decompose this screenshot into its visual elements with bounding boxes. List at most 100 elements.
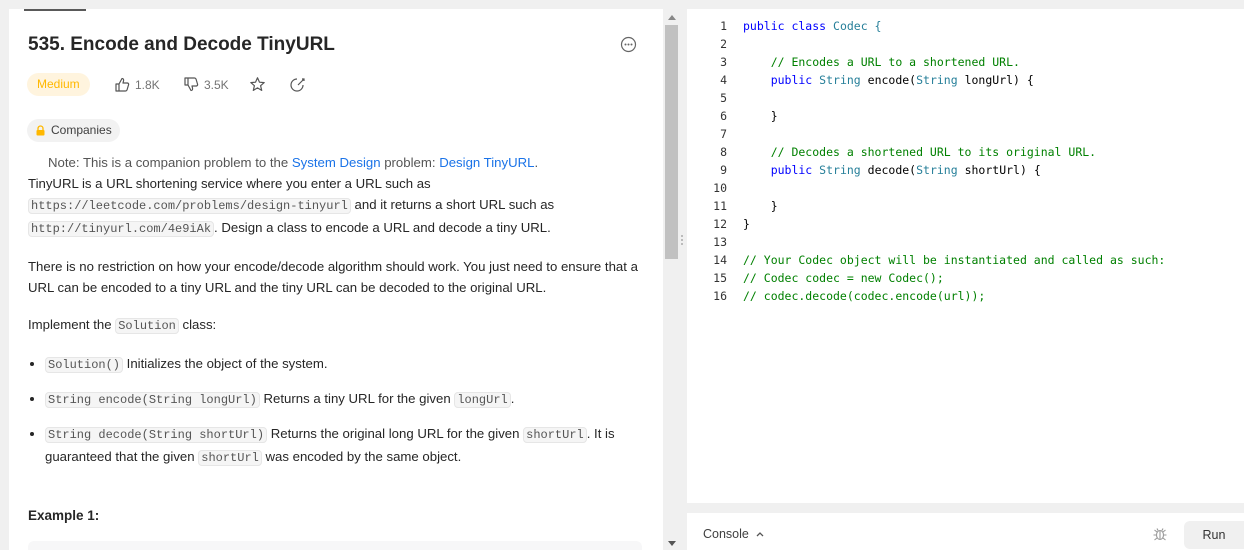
method-desc: Returns the original long URL for the gi… xyxy=(267,426,524,441)
code-type: String xyxy=(916,73,958,87)
method-code: String decode(String shortUrl) xyxy=(45,427,268,443)
code-line: 11 } xyxy=(687,197,1244,215)
scroll-down-icon[interactable] xyxy=(668,541,676,546)
method-code: String encode(String longUrl) xyxy=(45,392,260,408)
method-desc: Initializes the object of the system. xyxy=(123,356,328,371)
line-number: 11 xyxy=(713,199,727,213)
line-number: 12 xyxy=(713,217,727,231)
example-short-url: http://tinyurl.com/4e9iAk xyxy=(28,221,215,237)
code-line: 8 // Decodes a shortened URL to its orig… xyxy=(687,143,1244,161)
line-number: 14 xyxy=(713,253,727,267)
companies-label: Companies xyxy=(51,123,112,137)
scrollbar-thumb[interactable] xyxy=(665,25,678,259)
line-number: 3 xyxy=(720,55,727,69)
code-text: } xyxy=(743,217,750,231)
star-icon[interactable] xyxy=(249,76,266,93)
example-box xyxy=(28,541,642,550)
line-number: 5 xyxy=(720,91,727,105)
note-text-mid: problem: xyxy=(380,155,440,170)
intro-text-c: . Design a class to encode a URL and dec… xyxy=(214,220,551,235)
like-button[interactable]: 1.8K xyxy=(114,76,160,93)
code-type: String xyxy=(812,73,861,87)
console-toggle[interactable]: Console xyxy=(703,527,765,541)
code-type: String xyxy=(916,163,958,177)
active-tab-indicator xyxy=(24,9,86,11)
line-number: 2 xyxy=(720,37,727,51)
code-editor[interactable]: 1 public class Codec { 2 3 // Encodes a U… xyxy=(687,17,1244,305)
implement-text: Implement the xyxy=(28,317,116,332)
restriction-paragraph: There is no restriction on how your enco… xyxy=(28,259,638,295)
implement-text-b: class: xyxy=(178,317,217,332)
param-code: longUrl xyxy=(454,392,511,408)
console-bar: Console Run xyxy=(687,513,1244,550)
thumbs-down-icon xyxy=(184,77,199,92)
console-label: Console xyxy=(703,527,749,541)
code-comment: // codec.decode(codec.encode(url)); xyxy=(743,289,986,303)
code-keyword: public xyxy=(743,73,813,87)
code-line: 6 } xyxy=(687,107,1244,125)
param-code: shortUrl xyxy=(198,450,262,466)
code-comment: // Encodes a URL to a shortened URL. xyxy=(743,55,1020,69)
intro-text: TinyURL is a URL shortening service wher… xyxy=(28,176,431,191)
code-line: 2 xyxy=(687,35,1244,53)
code-line: 4 public String encode(String longUrl) { xyxy=(687,71,1244,89)
code-line: 1 public class Codec { xyxy=(687,17,1244,35)
dislike-button[interactable]: 3.5K xyxy=(183,76,229,93)
solution-class-code: Solution xyxy=(115,318,179,334)
run-button[interactable]: Run xyxy=(1184,521,1244,549)
debug-icon[interactable] xyxy=(1152,526,1168,542)
code-line: 7 xyxy=(687,125,1244,143)
method-desc-end: was encoded by the same object. xyxy=(261,449,462,464)
line-number: 6 xyxy=(720,109,727,123)
code-text: decode( xyxy=(860,163,917,177)
code-text: } xyxy=(743,199,778,213)
method-code: Solution() xyxy=(45,357,124,373)
code-type: String xyxy=(812,163,861,177)
scroll-up-icon[interactable] xyxy=(668,15,676,20)
line-number: 7 xyxy=(720,127,727,141)
code-line: 5 xyxy=(687,89,1244,107)
line-number: 15 xyxy=(713,271,727,285)
design-tinyurl-link[interactable]: Design TinyURL xyxy=(439,155,534,170)
problem-description: Note: This is a companion problem to the… xyxy=(28,152,648,481)
more-options-icon[interactable] xyxy=(620,36,637,53)
method-desc-end: . xyxy=(510,391,515,406)
code-keyword: public class xyxy=(743,19,827,33)
code-text: encode( xyxy=(860,73,917,87)
code-text: longUrl) { xyxy=(957,73,1034,87)
code-keyword: public xyxy=(743,163,813,177)
list-item: Solution() Initializes the object of the… xyxy=(45,353,648,376)
code-line: 15 // Codec codec = new Codec(); xyxy=(687,269,1244,287)
example-heading: Example 1: xyxy=(28,508,100,523)
problem-title: 535. Encode and Decode TinyURL xyxy=(28,34,335,55)
panel-resize-handle[interactable] xyxy=(681,235,685,245)
code-text: Codec { xyxy=(826,19,882,33)
share-icon[interactable] xyxy=(289,76,306,93)
line-number: 1 xyxy=(720,19,727,33)
note-text-end: . xyxy=(534,155,539,170)
implement-paragraph: Implement the Solution class: xyxy=(28,314,648,337)
code-line: 14 // Your Codec object will be instantia… xyxy=(687,251,1244,269)
note-text: Note: This is a companion problem to the xyxy=(48,155,292,170)
code-text: shortUrl) { xyxy=(957,163,1041,177)
method-desc: Returns a tiny URL for the given xyxy=(259,391,455,406)
code-comment: // Decodes a shortened URL to its origin… xyxy=(743,145,1097,159)
system-design-link[interactable]: System Design xyxy=(292,155,381,170)
method-list: Solution() Initializes the object of the… xyxy=(28,353,648,469)
list-item: String encode(String longUrl) Returns a … xyxy=(45,388,648,411)
code-line: 12} xyxy=(687,215,1244,233)
code-line: 10 xyxy=(687,179,1244,197)
code-line: 3 // Encodes a URL to a shortened URL. xyxy=(687,53,1244,71)
code-comment: // Your Codec object will be instantiate… xyxy=(743,253,1166,267)
thumbs-up-icon xyxy=(115,77,130,92)
line-number: 4 xyxy=(720,73,727,87)
param-code: shortUrl xyxy=(523,427,587,443)
difficulty-badge: Medium xyxy=(27,73,90,96)
intro-paragraph: TinyURL is a URL shortening service wher… xyxy=(28,173,648,240)
chevron-up-icon xyxy=(756,532,764,537)
dislikes-count: 3.5K xyxy=(204,77,229,92)
description-panel: 535. Encode and Decode TinyURL Medium 1.… xyxy=(9,9,663,550)
companies-tag[interactable]: Companies xyxy=(27,119,120,142)
line-number: 9 xyxy=(720,163,727,177)
code-text: } xyxy=(743,109,778,123)
